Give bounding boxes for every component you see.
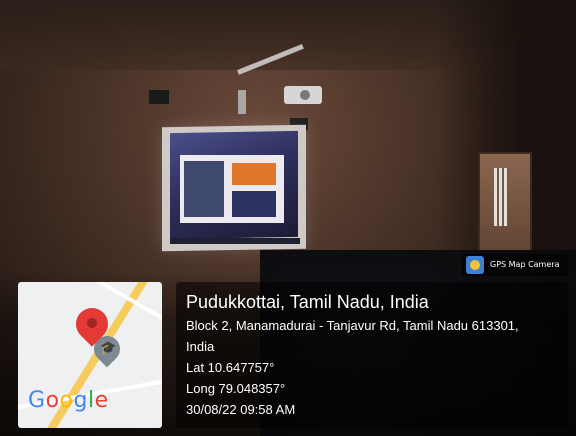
wall-speaker-left (149, 90, 169, 104)
slide-block (184, 161, 224, 217)
projector-mount-bracket (238, 90, 246, 114)
map-pin-dot (87, 318, 97, 328)
timestamp: 30/08/22 09:58 AM (186, 402, 296, 417)
gps-camera-app-icon-dot (470, 260, 480, 270)
longitude: Long 79.048357° (186, 381, 286, 396)
slide-block (232, 163, 276, 185)
address-line-1: Block 2, Manamadurai - Tanjavur Rd, Tami… (186, 318, 519, 333)
slide-block (232, 191, 276, 217)
google-logo: Google (28, 388, 109, 413)
projected-taskbar (170, 238, 300, 244)
mini-map: 🎓 Google (18, 282, 162, 428)
gps-camera-label: GPS Map Camera (490, 260, 560, 269)
projected-slide (180, 155, 284, 223)
photo-scene: GPS Map Camera 🎓 Google Pudukkottai, Tam… (0, 0, 576, 436)
graduation-cap-icon: 🎓 (100, 341, 117, 356)
address-line-2: India (186, 339, 215, 354)
projector-lens (300, 90, 310, 100)
latitude: Lat 10.647757° (186, 360, 275, 375)
door-window (494, 168, 508, 226)
location-title: Pudukkottai, Tamil Nadu, India (186, 292, 429, 312)
